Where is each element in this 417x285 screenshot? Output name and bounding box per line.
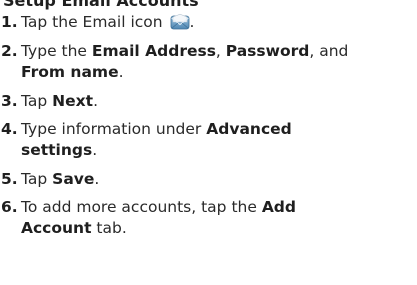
add-term: Add [261,198,296,216]
step-number: 1. [1,13,18,31]
email-envelope-icon [170,13,190,30]
step-text: Tap the Email icon [21,13,163,31]
next-term: Next [52,92,94,110]
settings-term: settings [21,141,93,159]
step-number: 3. [1,92,18,110]
instructions-page: Setup Email Accounts 1. Tap the Email ic… [0,0,417,285]
from-name-term: From name [21,63,119,81]
step-number: 5. [1,170,18,188]
password-term: Password [225,42,310,60]
section-heading: Setup Email Accounts [3,0,199,10]
email-address-term: Email Address [91,42,216,60]
advanced-term: Advanced [206,120,292,138]
step-number: 6. [1,198,18,216]
step-number: 4. [1,120,18,138]
step-number: 2. [1,42,18,60]
account-term: Account [21,219,92,237]
save-term: Save [52,170,95,188]
